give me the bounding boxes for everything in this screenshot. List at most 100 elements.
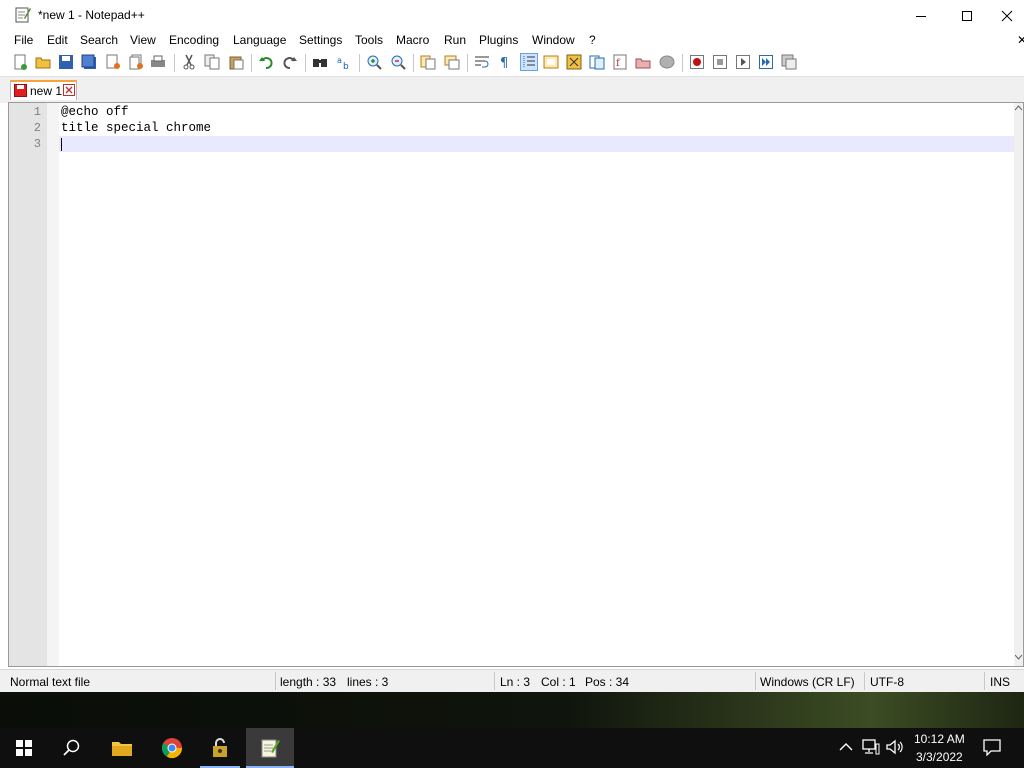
- monitoring-icon[interactable]: [659, 54, 675, 70]
- menu-help[interactable]: ?: [589, 33, 596, 47]
- toolbar-separator: [251, 54, 252, 72]
- status-insert-mode[interactable]: INS: [990, 675, 1010, 689]
- start-button[interactable]: [0, 728, 48, 768]
- save-macro-icon[interactable]: [781, 54, 797, 70]
- close-icon: [1001, 10, 1013, 21]
- menu-run[interactable]: Run: [444, 33, 466, 47]
- toolbar-separator: [682, 54, 683, 72]
- close-all-icon[interactable]: [128, 54, 144, 70]
- menu-edit[interactable]: Edit: [47, 33, 68, 47]
- taskbar-chrome[interactable]: [148, 728, 196, 768]
- vertical-scrollbar[interactable]: [1014, 103, 1023, 666]
- scroll-down-icon[interactable]: [1015, 654, 1022, 660]
- run-macro-multiple-icon[interactable]: [758, 54, 774, 70]
- taskbar-lock-app[interactable]: [196, 728, 244, 768]
- menu-search[interactable]: Search: [80, 33, 118, 47]
- replace-icon[interactable]: ab: [336, 54, 352, 72]
- clock-time[interactable]: 10:12 AM: [914, 732, 965, 746]
- taskbar-file-explorer[interactable]: [98, 728, 146, 768]
- status-separator: [275, 672, 276, 690]
- clock-date[interactable]: 3/3/2022: [916, 750, 963, 764]
- status-position: Pos : 34: [585, 675, 630, 689]
- save-icon[interactable]: [58, 54, 74, 70]
- menu-window[interactable]: Window: [532, 33, 575, 47]
- cut-icon[interactable]: [181, 54, 197, 70]
- taskbar-notepadpp[interactable]: [246, 728, 294, 768]
- status-length: length : 33: [280, 675, 337, 689]
- svg-text:b: b: [343, 62, 349, 70]
- function-list-icon[interactable]: f: [612, 54, 628, 70]
- tab-bar: [0, 76, 1024, 103]
- chrome-icon: [161, 738, 183, 759]
- find-icon[interactable]: [312, 54, 328, 70]
- status-encoding[interactable]: UTF-8: [870, 675, 904, 689]
- search-button[interactable]: [48, 728, 96, 768]
- indent-guide-icon[interactable]: [520, 53, 538, 71]
- text-caret: [61, 138, 62, 151]
- status-column: Col : 1: [541, 675, 576, 689]
- svg-text:¶: ¶: [500, 56, 508, 70]
- folder-as-workspace-icon[interactable]: [635, 54, 651, 70]
- document-list-icon[interactable]: [589, 54, 605, 70]
- start-icon: [16, 740, 32, 756]
- print-icon[interactable]: [150, 54, 166, 70]
- file-explorer-icon: [112, 742, 132, 756]
- toolbar-separator: [305, 54, 306, 72]
- scroll-up-icon[interactable]: [1015, 105, 1022, 111]
- menu-encoding[interactable]: Encoding: [169, 33, 219, 47]
- redo-icon[interactable]: [282, 54, 298, 70]
- line-number: 1: [33, 105, 41, 119]
- close-button[interactable]: [990, 0, 1024, 31]
- line-number-margin: [9, 103, 47, 666]
- notifications-icon[interactable]: [983, 738, 1001, 756]
- zoom-in-icon[interactable]: [366, 54, 382, 70]
- maximize-icon: [962, 10, 972, 21]
- menu-macro[interactable]: Macro: [396, 33, 429, 47]
- undo-icon[interactable]: [258, 54, 274, 70]
- zoom-out-icon[interactable]: [390, 54, 406, 70]
- menu-settings[interactable]: Settings: [299, 33, 342, 47]
- close-document-x-icon[interactable]: ✕: [1017, 33, 1024, 47]
- menu-tools[interactable]: Tools: [355, 33, 383, 47]
- maximize-button[interactable]: [944, 0, 990, 31]
- menu-file[interactable]: File: [14, 33, 33, 47]
- unsaved-file-icon: [14, 84, 27, 97]
- editor[interactable]: [8, 102, 1024, 667]
- paste-icon[interactable]: [228, 54, 244, 70]
- code-line[interactable]: title special chrome: [61, 121, 211, 135]
- new-file-icon[interactable]: [12, 54, 28, 70]
- stop-recording-icon[interactable]: [712, 54, 728, 70]
- document-map-icon[interactable]: [566, 54, 582, 70]
- status-eol[interactable]: Windows (CR LF): [760, 675, 855, 689]
- minimize-button[interactable]: [898, 0, 944, 31]
- line-number: 2: [33, 121, 41, 135]
- close-file-icon[interactable]: [105, 54, 121, 70]
- tab-label: new 1: [30, 84, 63, 98]
- user-defined-language-icon[interactable]: [543, 54, 559, 70]
- tab-new-1[interactable]: new 1: [10, 80, 77, 100]
- svg-text:a: a: [337, 56, 342, 65]
- open-file-icon[interactable]: [35, 54, 51, 70]
- status-separator: [494, 672, 495, 690]
- menu-plugins[interactable]: Plugins: [479, 33, 518, 47]
- sync-horizontal-icon[interactable]: [444, 54, 460, 70]
- show-all-characters-icon[interactable]: ¶: [497, 54, 513, 71]
- playback-macro-icon[interactable]: [735, 54, 751, 70]
- line-number: 3: [33, 137, 41, 151]
- menu-language[interactable]: Language: [233, 33, 286, 47]
- show-hidden-icons-icon[interactable]: [839, 741, 853, 753]
- copy-icon[interactable]: [204, 54, 220, 70]
- word-wrap-icon[interactable]: [474, 54, 490, 70]
- toolbar-separator: [174, 54, 175, 72]
- tab-close-icon[interactable]: [63, 84, 75, 96]
- notepadpp-icon: [261, 739, 280, 758]
- save-all-icon[interactable]: [81, 54, 97, 70]
- network-icon[interactable]: [862, 739, 880, 755]
- volume-icon[interactable]: [885, 739, 905, 755]
- record-macro-icon[interactable]: [689, 54, 705, 70]
- status-separator: [864, 672, 865, 690]
- sync-vertical-icon[interactable]: [420, 54, 436, 70]
- menu-view[interactable]: View: [130, 33, 156, 47]
- code-line[interactable]: @echo off: [61, 105, 129, 119]
- title-bar[interactable]: [0, 0, 1024, 31]
